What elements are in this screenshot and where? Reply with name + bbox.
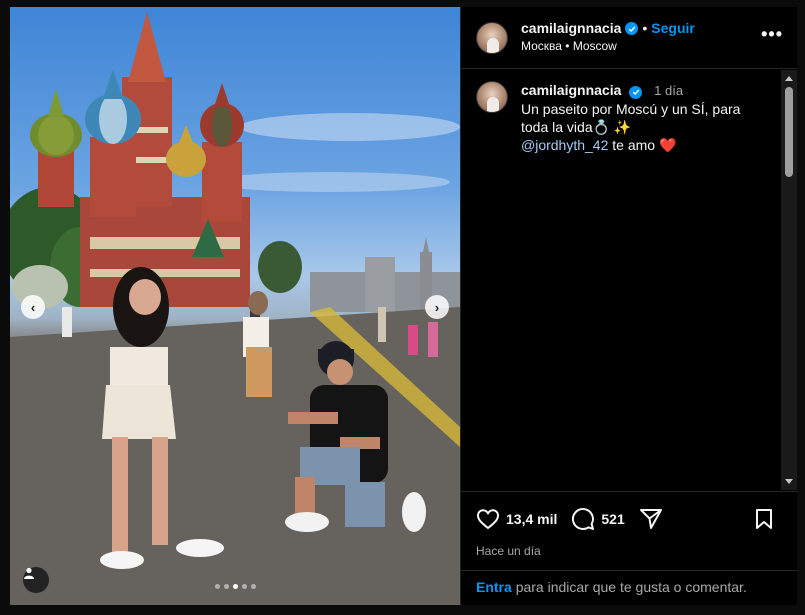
- like-count[interactable]: 13,4 mil: [506, 511, 557, 527]
- photo-illustration: [10, 12, 460, 605]
- paper-plane-icon: [639, 509, 662, 529]
- user-tag-icon: [24, 567, 34, 579]
- caption-text: Un paseito por Moscú y un SÍ, para toda …: [521, 101, 741, 135]
- heart-emoji: ❤️: [658, 137, 677, 153]
- header-username[interactable]: camilaignnacia: [521, 20, 621, 37]
- post-sidebar: camilaignnacia • Seguir Москва • Moscow …: [460, 7, 798, 605]
- caption-username[interactable]: camilaignnacia: [521, 82, 621, 98]
- carousel-dot: [232, 584, 238, 589]
- post-actions: 13,4 mil 521 Hace un día: [461, 491, 798, 558]
- carousel-next-button[interactable]: ›: [425, 295, 449, 319]
- avatar[interactable]: [476, 21, 508, 54]
- carousel-dot: [214, 584, 220, 589]
- bookmark-icon: [756, 509, 772, 529]
- caption-time[interactable]: 1 día: [654, 83, 683, 98]
- caption-text-after-mention: te amo: [612, 137, 656, 153]
- mention-link[interactable]: @jordhyth_42: [521, 137, 608, 153]
- carousel-dot: [223, 584, 229, 589]
- heart-outline-icon: [476, 509, 500, 530]
- login-prompt: Entra para indicar que te gusta o coment…: [461, 570, 798, 605]
- carousel-dot: [250, 584, 256, 589]
- tagged-users-button[interactable]: [23, 567, 49, 593]
- more-options-button[interactable]: •••: [761, 25, 783, 47]
- scroll-up-arrow-icon[interactable]: [785, 76, 793, 81]
- comment-count[interactable]: 521: [601, 511, 624, 527]
- chevron-right-icon: ›: [434, 299, 440, 315]
- verified-badge-icon: [629, 85, 643, 99]
- caption-avatar[interactable]: [476, 81, 508, 113]
- comment-button[interactable]: 521: [571, 507, 625, 531]
- login-prompt-text: para indicar que te gusta o comentar.: [515, 579, 747, 595]
- verified-badge-icon: [625, 22, 639, 35]
- carousel-indicator: [10, 584, 460, 589]
- share-button[interactable]: [639, 508, 669, 530]
- comments-scrollbar[interactable]: [781, 70, 797, 490]
- speech-bubble-icon: [572, 508, 595, 530]
- caption: camilaignnacia 1 día Un paseito por Mosc…: [476, 81, 767, 154]
- save-button[interactable]: [754, 508, 780, 530]
- post-header: camilaignnacia • Seguir Москва • Moscow …: [461, 7, 797, 69]
- follow-button[interactable]: Seguir: [651, 20, 695, 37]
- post-photo[interactable]: ‹ ›: [10, 7, 460, 605]
- scroll-down-arrow-icon[interactable]: [785, 479, 793, 484]
- header-separator: •: [642, 20, 648, 36]
- carousel-prev-button[interactable]: ‹: [21, 295, 45, 319]
- post-modal: ‹ › camilaignnacia • Seguir Москва • Mos…: [0, 0, 805, 615]
- login-link[interactable]: Entra: [476, 579, 512, 595]
- carousel-dot: [241, 584, 247, 589]
- chevron-left-icon: ‹: [30, 299, 36, 315]
- post-location[interactable]: Москва • Moscow: [521, 38, 761, 55]
- scrollbar-thumb[interactable]: [785, 87, 793, 177]
- like-button[interactable]: 13,4 mil: [476, 508, 557, 530]
- post-timestamp[interactable]: Hace un día: [476, 544, 784, 558]
- comments-area: camilaignnacia 1 día Un paseito por Mosc…: [461, 70, 781, 490]
